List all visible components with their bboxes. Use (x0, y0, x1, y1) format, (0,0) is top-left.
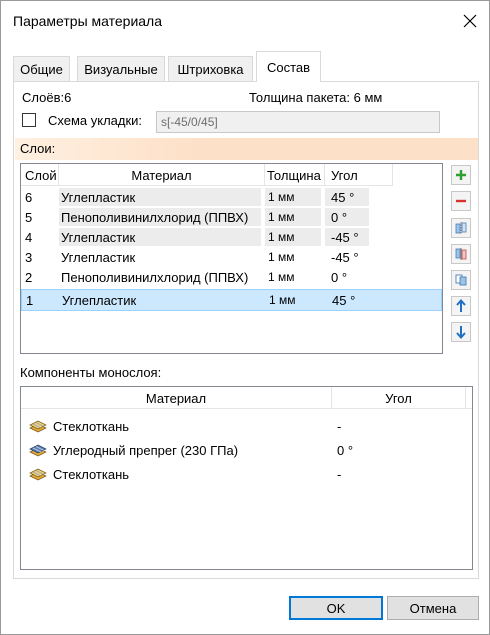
layer-angle: 0 ° (331, 269, 348, 285)
close-icon (463, 14, 477, 28)
remove-layer-button[interactable] (451, 191, 471, 211)
arrow-down-icon (456, 326, 466, 339)
cancel-button[interactable]: Отмена (387, 596, 479, 620)
layers-header-label: Слои: (20, 141, 56, 156)
column-header-layer[interactable]: Слой (21, 164, 59, 186)
tab-hatching[interactable]: Штриховка (168, 56, 253, 81)
layer-row-selected[interactable]: 1 Углепластик 1 мм 45 ° (21, 289, 442, 311)
tab-visual[interactable]: Визуальные (77, 56, 165, 81)
tab-general[interactable]: Общие (13, 56, 70, 81)
copy-layer-button[interactable] (451, 270, 471, 290)
layer-number: 1 (26, 292, 34, 308)
layer-material: Углепластик (62, 292, 137, 308)
component-material: Углеродный препрег (230 ГПа) (53, 442, 239, 458)
flip-layers-button[interactable] (451, 244, 471, 264)
component-row[interactable]: Стеклоткань - (21, 462, 472, 486)
column-header-angle[interactable]: Угол (332, 387, 466, 409)
layer-material: Углепластик (61, 249, 136, 265)
component-material: Стеклоткань (53, 466, 130, 482)
component-angle: 0 ° (337, 442, 354, 458)
layer-material: Пенополивинилхлорид (ППВХ) (61, 209, 249, 225)
remove-icon (456, 199, 466, 203)
layer-angle: -45 ° (331, 229, 359, 245)
layer-thickness: 1 мм (268, 230, 295, 244)
package-thickness: Толщина пакета: 6 мм (249, 90, 383, 105)
column-header-material[interactable]: Материал (21, 387, 332, 409)
window-title: Параметры материала (13, 13, 163, 29)
add-icon (456, 170, 466, 180)
tab-composition[interactable]: Состав (256, 51, 321, 82)
material-parameters-dialog: Параметры материала Общие Визуальные Штр… (0, 0, 490, 635)
flip-icon (455, 248, 467, 260)
components-table[interactable]: Материал Угол Стеклоткань - Углеродный п… (20, 386, 473, 570)
close-button[interactable] (453, 5, 487, 37)
component-angle: - (337, 418, 342, 434)
layer-material: Пенополивинилхлорид (ППВХ) (61, 269, 249, 285)
column-header-thickness[interactable]: Толщина (265, 164, 325, 186)
move-down-button[interactable] (451, 322, 471, 342)
scheme-input[interactable]: s[-45/0/45] (156, 111, 440, 133)
mirror-layers-button[interactable] (451, 218, 471, 238)
layer-thickness: 1 мм (268, 250, 295, 264)
layer-number: 2 (25, 269, 33, 285)
layer-number: 5 (25, 209, 33, 225)
material-icon (29, 444, 47, 457)
layer-material: Углепластик (61, 229, 136, 245)
layer-number: 4 (25, 229, 33, 245)
layers-count: Слоёв:6 (22, 90, 72, 105)
column-header-material[interactable]: Материал (59, 164, 265, 186)
scheme-label: Схема укладки: (48, 113, 143, 128)
layer-number: 3 (25, 249, 33, 265)
ok-button[interactable]: OK (289, 596, 383, 620)
layer-thickness: 1 мм (268, 190, 295, 204)
layer-number: 6 (25, 189, 33, 205)
composition-panel: Слоёв:6 Толщина пакета: 6 мм Схема уклад… (13, 81, 479, 579)
layer-thickness: 1 мм (268, 270, 295, 284)
components-table-header: Материал Угол (21, 387, 472, 409)
component-row[interactable]: Стеклоткань - (21, 414, 472, 438)
component-row[interactable]: Углеродный препрег (230 ГПа) 0 ° (21, 438, 472, 462)
layer-material: Углепластик (61, 189, 136, 205)
component-angle: - (337, 466, 342, 482)
layer-angle: -45 ° (331, 249, 359, 265)
layer-thickness: 1 мм (268, 210, 295, 224)
layer-angle: 45 ° (332, 292, 356, 308)
add-layer-button[interactable] (451, 165, 471, 185)
material-icon (29, 420, 47, 433)
move-up-button[interactable] (451, 296, 471, 316)
layer-row[interactable]: 6 Углепластик 1 мм 45 ° (21, 187, 442, 207)
layer-thickness: 1 мм (269, 293, 296, 307)
title-bar: Параметры материала (1, 1, 489, 41)
component-material: Стеклоткань (53, 418, 130, 434)
layer-angle: 0 ° (331, 209, 348, 225)
layer-row[interactable]: 4 Углепластик 1 мм -45 ° (21, 227, 442, 247)
layers-table[interactable]: Слой Материал Толщина Угол 6 Углепластик… (20, 163, 443, 354)
copy-icon (455, 274, 467, 286)
layer-row[interactable]: 2 Пенополивинилхлорид (ППВХ) 1 мм 0 ° (21, 267, 442, 287)
layers-table-header: Слой Материал Толщина Угол (21, 164, 393, 186)
layer-angle: 45 ° (331, 189, 355, 205)
column-header-angle[interactable]: Угол (325, 164, 393, 186)
material-icon (29, 468, 47, 481)
components-label: Компоненты монослоя: (20, 365, 162, 380)
layers-section-header: Слои: (15, 138, 478, 160)
layer-row[interactable]: 5 Пенополивинилхлорид (ППВХ) 1 мм 0 ° (21, 207, 442, 227)
layer-row[interactable]: 3 Углепластик 1 мм -45 ° (21, 247, 442, 267)
arrow-up-icon (456, 299, 466, 312)
scheme-checkbox[interactable] (22, 113, 36, 127)
mirror-icon (455, 222, 467, 234)
